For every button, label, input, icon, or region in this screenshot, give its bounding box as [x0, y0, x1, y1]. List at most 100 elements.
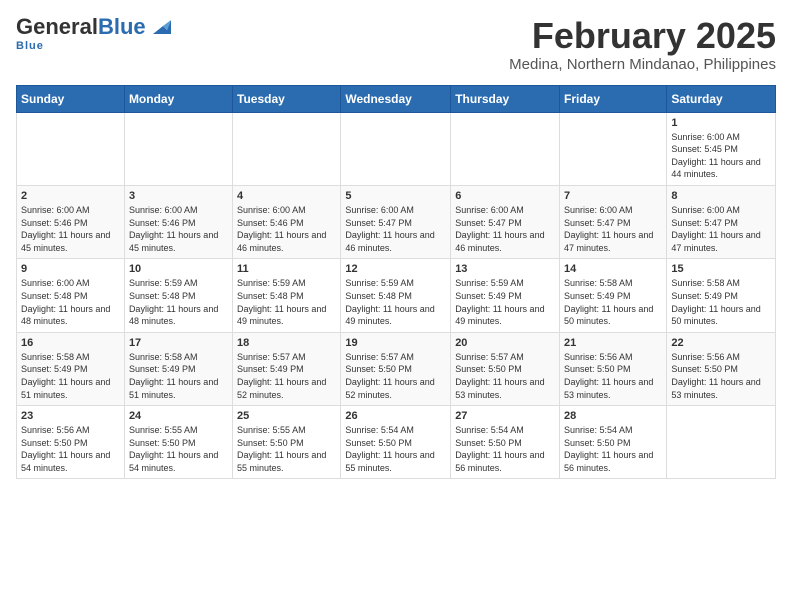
day-number: 26: [345, 410, 446, 422]
day-number: 16: [21, 337, 120, 349]
day-number: 18: [237, 337, 336, 349]
calendar-cell: 15 Sunrise: 5:58 AM Sunset: 5:49 PM Dayli…: [667, 259, 776, 332]
col-header-tuesday: Tuesday: [233, 85, 341, 112]
calendar-cell: 6 Sunrise: 6:00 AM Sunset: 5:47 PM Daylig…: [451, 185, 560, 258]
col-header-monday: Monday: [124, 85, 232, 112]
day-number: 20: [455, 337, 555, 349]
calendar-cell: 7 Sunrise: 6:00 AM Sunset: 5:47 PM Daylig…: [560, 185, 667, 258]
day-info: Sunrise: 5:55 AM Sunset: 5:50 PM Dayligh…: [237, 424, 336, 474]
day-info: Sunrise: 5:59 AM Sunset: 5:48 PM Dayligh…: [237, 277, 336, 327]
day-info: Sunrise: 6:00 AM Sunset: 5:46 PM Dayligh…: [21, 204, 120, 254]
calendar-cell: [341, 112, 451, 185]
day-number: 9: [21, 263, 120, 275]
day-number: 1: [671, 117, 771, 129]
calendar-cell: [233, 112, 341, 185]
day-number: 7: [564, 190, 662, 202]
day-info: Sunrise: 5:58 AM Sunset: 5:49 PM Dayligh…: [564, 277, 662, 327]
calendar-cell: 10 Sunrise: 5:59 AM Sunset: 5:48 PM Dayli…: [124, 259, 232, 332]
calendar-cell: 28 Sunrise: 5:54 AM Sunset: 5:50 PM Dayli…: [560, 406, 667, 479]
day-number: 11: [237, 263, 336, 275]
calendar-cell: 26Sunrise: 5:54 AM Sunset: 5:50 PM Dayli…: [341, 406, 451, 479]
calendar-table: SundayMondayTuesdayWednesdayThursdayFrid…: [16, 85, 776, 480]
calendar-week-4: 16 Sunrise: 5:58 AM Sunset: 5:49 PM Dayli…: [17, 332, 776, 405]
calendar-cell: 5Sunrise: 6:00 AM Sunset: 5:47 PM Daylig…: [341, 185, 451, 258]
day-number: 3: [129, 190, 228, 202]
day-info: Sunrise: 5:55 AM Sunset: 5:50 PM Dayligh…: [129, 424, 228, 474]
col-header-friday: Friday: [560, 85, 667, 112]
location: Medina, Northern Mindanao, Philippines: [509, 56, 776, 73]
day-number: 4: [237, 190, 336, 202]
day-info: Sunrise: 5:54 AM Sunset: 5:50 PM Dayligh…: [455, 424, 555, 474]
calendar-cell: 8 Sunrise: 6:00 AM Sunset: 5:47 PM Daylig…: [667, 185, 776, 258]
month-year: February 2025: [509, 16, 776, 56]
calendar-cell: 17 Sunrise: 5:58 AM Sunset: 5:49 PM Dayli…: [124, 332, 232, 405]
calendar-cell: 24Sunrise: 5:55 AM Sunset: 5:50 PM Dayli…: [124, 406, 232, 479]
calendar-cell: 18 Sunrise: 5:57 AM Sunset: 5:49 PM Dayli…: [233, 332, 341, 405]
day-info: Sunrise: 5:57 AM Sunset: 5:49 PM Dayligh…: [237, 351, 336, 401]
calendar-cell: [667, 406, 776, 479]
day-info: Sunrise: 5:56 AM Sunset: 5:50 PM Dayligh…: [671, 351, 771, 401]
day-info: Sunrise: 5:58 AM Sunset: 5:49 PM Dayligh…: [129, 351, 228, 401]
day-number: 17: [129, 337, 228, 349]
calendar-cell: 2 Sunrise: 6:00 AM Sunset: 5:46 PM Daylig…: [17, 185, 125, 258]
page-header: GeneralBlue Blue February 2025 Medina, N…: [16, 16, 776, 73]
day-info: Sunrise: 5:58 AM Sunset: 5:49 PM Dayligh…: [671, 277, 771, 327]
calendar-week-1: 1 Sunrise: 6:00 AM Sunset: 5:45 PM Daylig…: [17, 112, 776, 185]
day-number: 15: [671, 263, 771, 275]
day-info: Sunrise: 6:00 AM Sunset: 5:47 PM Dayligh…: [671, 204, 771, 254]
day-number: 8: [671, 190, 771, 202]
calendar-cell: 9 Sunrise: 6:00 AM Sunset: 5:48 PM Daylig…: [17, 259, 125, 332]
title-block: February 2025 Medina, Northern Mindanao,…: [509, 16, 776, 73]
day-number: 12: [345, 263, 446, 275]
calendar-cell: 13Sunrise: 5:59 AM Sunset: 5:49 PM Dayli…: [451, 259, 560, 332]
calendar-cell: 3Sunrise: 6:00 AM Sunset: 5:46 PM Daylig…: [124, 185, 232, 258]
day-number: 23: [21, 410, 120, 422]
day-number: 22: [671, 337, 771, 349]
day-info: Sunrise: 6:00 AM Sunset: 5:47 PM Dayligh…: [564, 204, 662, 254]
logo: GeneralBlue Blue: [16, 16, 171, 52]
calendar-cell: 23Sunrise: 5:56 AM Sunset: 5:50 PM Dayli…: [17, 406, 125, 479]
calendar-cell: 19 Sunrise: 5:57 AM Sunset: 5:50 PM Dayli…: [341, 332, 451, 405]
calendar-cell: 11 Sunrise: 5:59 AM Sunset: 5:48 PM Dayli…: [233, 259, 341, 332]
calendar-cell: [451, 112, 560, 185]
day-info: Sunrise: 5:59 AM Sunset: 5:49 PM Dayligh…: [455, 277, 555, 327]
day-info: Sunrise: 6:00 AM Sunset: 5:45 PM Dayligh…: [671, 131, 771, 181]
col-header-saturday: Saturday: [667, 85, 776, 112]
calendar-cell: 22 Sunrise: 5:56 AM Sunset: 5:50 PM Dayli…: [667, 332, 776, 405]
calendar-week-3: 9 Sunrise: 6:00 AM Sunset: 5:48 PM Daylig…: [17, 259, 776, 332]
calendar-cell: 25Sunrise: 5:55 AM Sunset: 5:50 PM Dayli…: [233, 406, 341, 479]
day-number: 2: [21, 190, 120, 202]
day-info: Sunrise: 5:54 AM Sunset: 5:50 PM Dayligh…: [564, 424, 662, 474]
calendar-cell: 4 Sunrise: 6:00 AM Sunset: 5:46 PM Daylig…: [233, 185, 341, 258]
day-info: Sunrise: 5:59 AM Sunset: 5:48 PM Dayligh…: [129, 277, 228, 327]
day-info: Sunrise: 5:58 AM Sunset: 5:49 PM Dayligh…: [21, 351, 120, 401]
calendar-cell: 16 Sunrise: 5:58 AM Sunset: 5:49 PM Dayli…: [17, 332, 125, 405]
col-header-wednesday: Wednesday: [341, 85, 451, 112]
day-info: Sunrise: 5:57 AM Sunset: 5:50 PM Dayligh…: [345, 351, 446, 401]
day-number: 21: [564, 337, 662, 349]
calendar-cell: [560, 112, 667, 185]
calendar-cell: [124, 112, 232, 185]
calendar-cell: [17, 112, 125, 185]
logo-blue-text: Blue: [98, 14, 146, 39]
calendar-cell: 21 Sunrise: 5:56 AM Sunset: 5:50 PM Dayli…: [560, 332, 667, 405]
day-number: 28: [564, 410, 662, 422]
day-info: Sunrise: 5:57 AM Sunset: 5:50 PM Dayligh…: [455, 351, 555, 401]
day-number: 6: [455, 190, 555, 202]
day-number: 19: [345, 337, 446, 349]
day-info: Sunrise: 6:00 AM Sunset: 5:46 PM Dayligh…: [237, 204, 336, 254]
day-number: 14: [564, 263, 662, 275]
calendar-header-row: SundayMondayTuesdayWednesdayThursdayFrid…: [17, 85, 776, 112]
day-info: Sunrise: 6:00 AM Sunset: 5:48 PM Dayligh…: [21, 277, 120, 327]
logo-general: General: [16, 14, 98, 39]
calendar-cell: 27 Sunrise: 5:54 AM Sunset: 5:50 PM Dayli…: [451, 406, 560, 479]
col-header-thursday: Thursday: [451, 85, 560, 112]
day-info: Sunrise: 6:00 AM Sunset: 5:47 PM Dayligh…: [455, 204, 555, 254]
day-info: Sunrise: 6:00 AM Sunset: 5:47 PM Dayligh…: [345, 204, 446, 254]
day-number: 27: [455, 410, 555, 422]
logo-icon: [149, 16, 171, 38]
logo-subtitle: Blue: [16, 40, 44, 52]
calendar-cell: 12Sunrise: 5:59 AM Sunset: 5:48 PM Dayli…: [341, 259, 451, 332]
day-info: Sunrise: 5:56 AM Sunset: 5:50 PM Dayligh…: [564, 351, 662, 401]
day-number: 10: [129, 263, 228, 275]
